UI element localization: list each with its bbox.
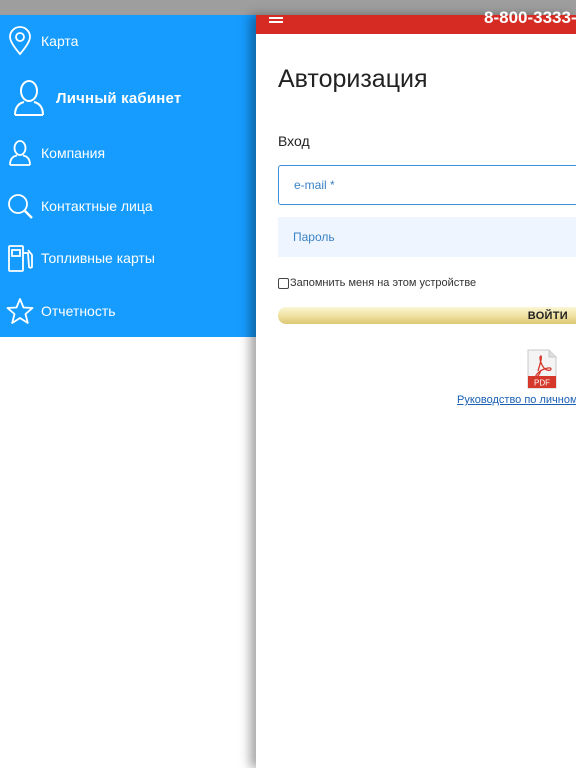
page-title: Авторизация [278, 65, 428, 93]
pdf-file-icon[interactable]: PDF [527, 349, 557, 389]
sidebar-item-company[interactable]: Компания [0, 137, 256, 169]
remember-me[interactable]: Запомнить меня на этом устройстве [278, 277, 476, 289]
email-field[interactable]: e-mail * [278, 165, 576, 205]
star-icon [6, 295, 34, 327]
manual-link[interactable]: Руководство по личному [457, 394, 576, 406]
login-button[interactable]: ВОЙТИ [278, 307, 576, 324]
remember-checkbox[interactable] [278, 277, 289, 289]
login-section-label: Вход [278, 133, 310, 149]
map-pin-icon [6, 25, 34, 57]
sidebar-item-label: Карта [41, 33, 79, 49]
sidebar-item-fuel-cards[interactable]: Топливные карты [0, 242, 256, 274]
sidebar-item-label: Отчетность [41, 303, 116, 319]
fuel-pump-icon [6, 242, 34, 274]
sidebar-item-map[interactable]: Карта [0, 25, 256, 57]
email-placeholder: e-mail * [294, 178, 335, 192]
password-field[interactable]: Пароль [278, 217, 576, 257]
sidebar-item-label: Компания [41, 145, 106, 161]
phone-number[interactable]: 8-800-3333-6 [484, 8, 576, 28]
sidebar-menu: Карта Личный кабинет Компания Контактные… [0, 15, 256, 337]
sidebar-item-account[interactable]: Личный кабинет [0, 77, 256, 119]
app-screen: Карта Личный кабинет Компания Контактные… [0, 0, 576, 768]
app-header: 8-800-3333-6 [256, 8, 576, 34]
hamburger-icon[interactable] [269, 15, 287, 23]
sidebar-item-label: Топливные карты [41, 250, 155, 266]
main-panel: 8-800-3333-6 Авторизация Вход e-mail * П… [256, 8, 576, 768]
search-icon [6, 190, 34, 222]
sidebar-item-contacts[interactable]: Контактные лица [0, 190, 256, 222]
sidebar-item-reports[interactable]: Отчетность [0, 295, 256, 327]
password-placeholder: Пароль [293, 230, 335, 244]
user-icon [10, 78, 48, 118]
pdf-label: PDF [534, 379, 550, 388]
sidebar-item-label: Контактные лица [41, 198, 153, 214]
sidebar-item-label: Личный кабинет [56, 89, 182, 107]
user-icon [6, 137, 34, 169]
remember-label: Запомнить меня на этом устройстве [290, 277, 477, 289]
